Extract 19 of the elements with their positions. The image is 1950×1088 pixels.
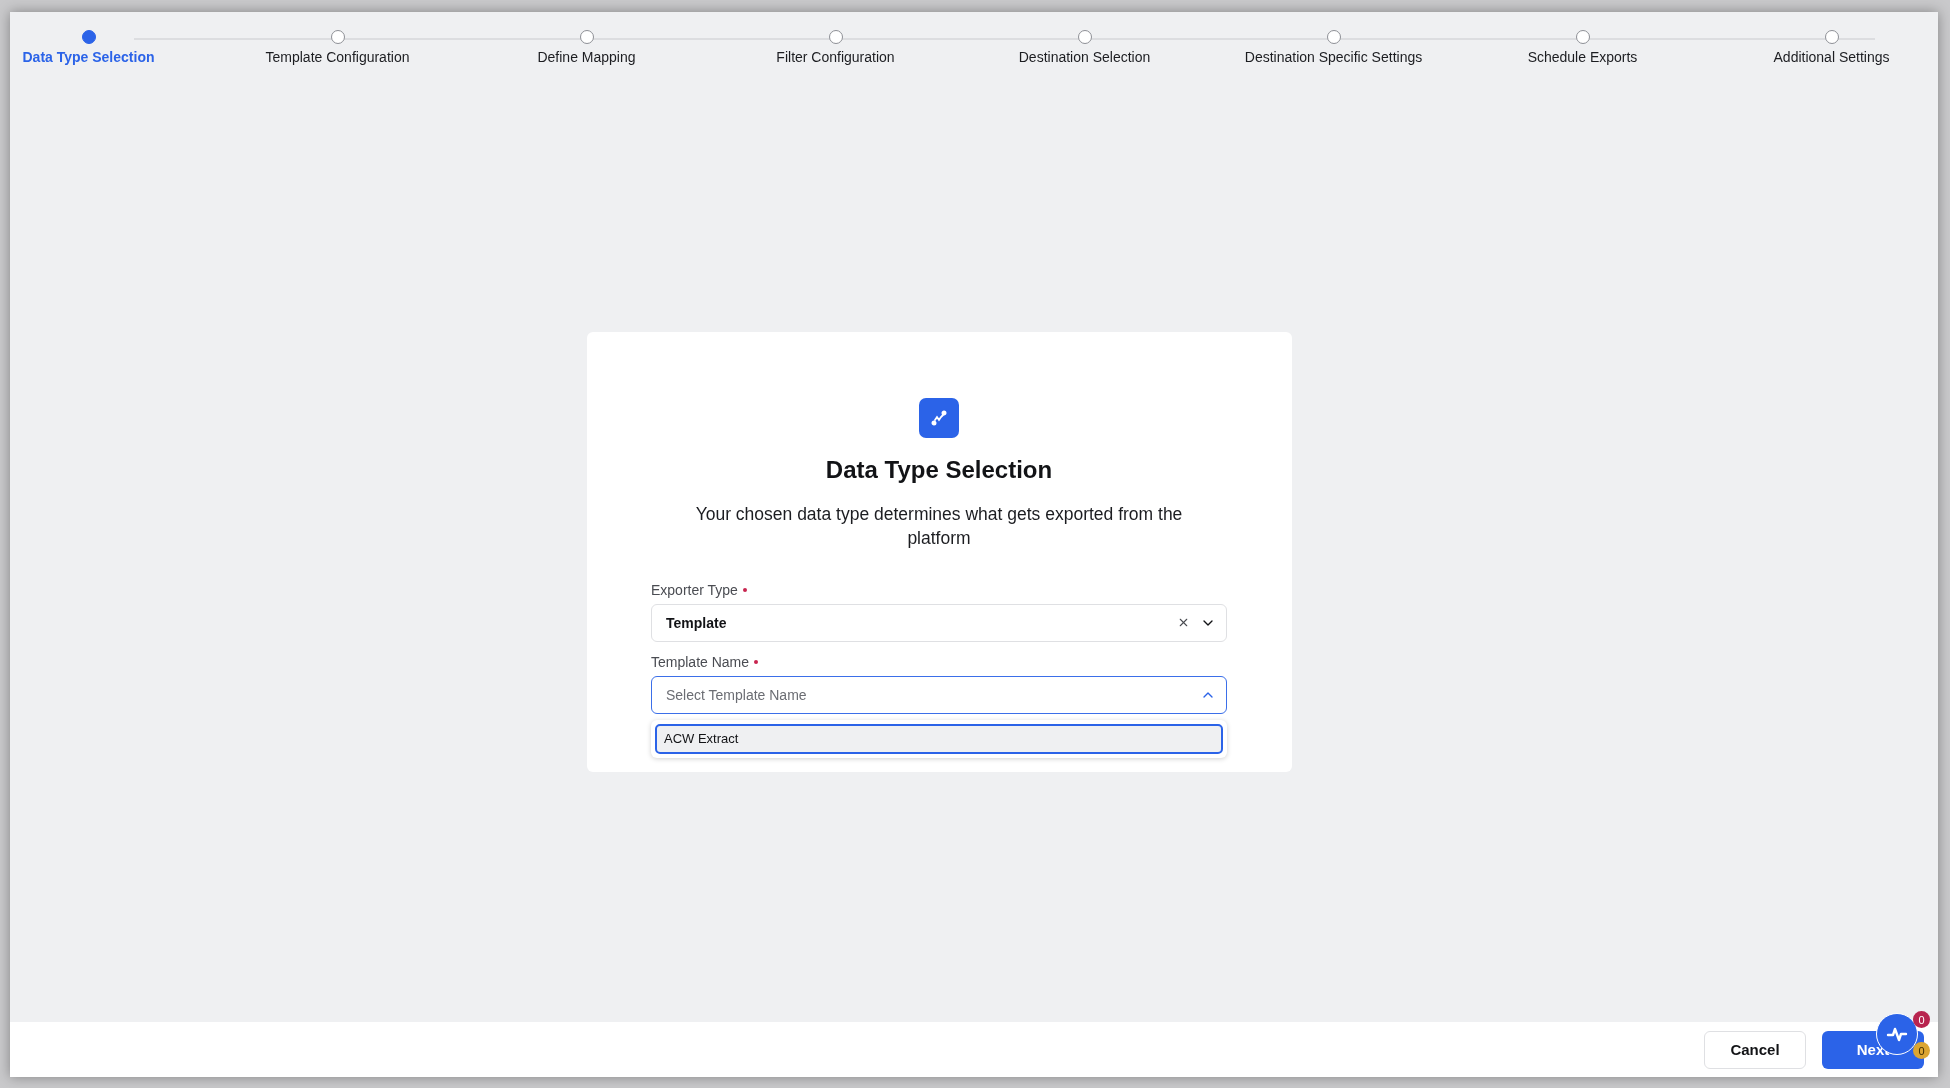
data-flow-icon <box>919 397 959 438</box>
step-label[interactable]: Data Type Selection <box>22 49 155 65</box>
cancel-button[interactable]: Cancel <box>1704 1030 1806 1069</box>
count-badge: 0 <box>1913 1011 1930 1028</box>
description: Your chosen data type determines what gets exported from the platform <box>694 502 1184 550</box>
page-title: Data Type Selection <box>825 455 1053 484</box>
step-label[interactable]: Additional Settings <box>1773 49 1890 65</box>
step-label[interactable]: Destination Selection <box>1018 49 1151 65</box>
field-label: Template Name <box>651 653 750 670</box>
step-label[interactable]: Template Configuration <box>265 49 410 65</box>
dropdown-option[interactable]: ACW Extract <box>655 723 1223 754</box>
field-label: Exporter Type <box>651 581 738 598</box>
select-field[interactable]: Template <box>651 603 1227 642</box>
step-label[interactable]: Destination Specific Settings <box>1244 49 1423 65</box>
step-label[interactable]: Define Mapping <box>537 49 636 65</box>
select-field[interactable]: Select Template Name <box>651 675 1227 714</box>
clear-icon[interactable] <box>1177 616 1190 629</box>
step-label[interactable]: Filter Configuration <box>776 49 895 65</box>
step-label[interactable]: Schedule Exports <box>1527 49 1638 65</box>
